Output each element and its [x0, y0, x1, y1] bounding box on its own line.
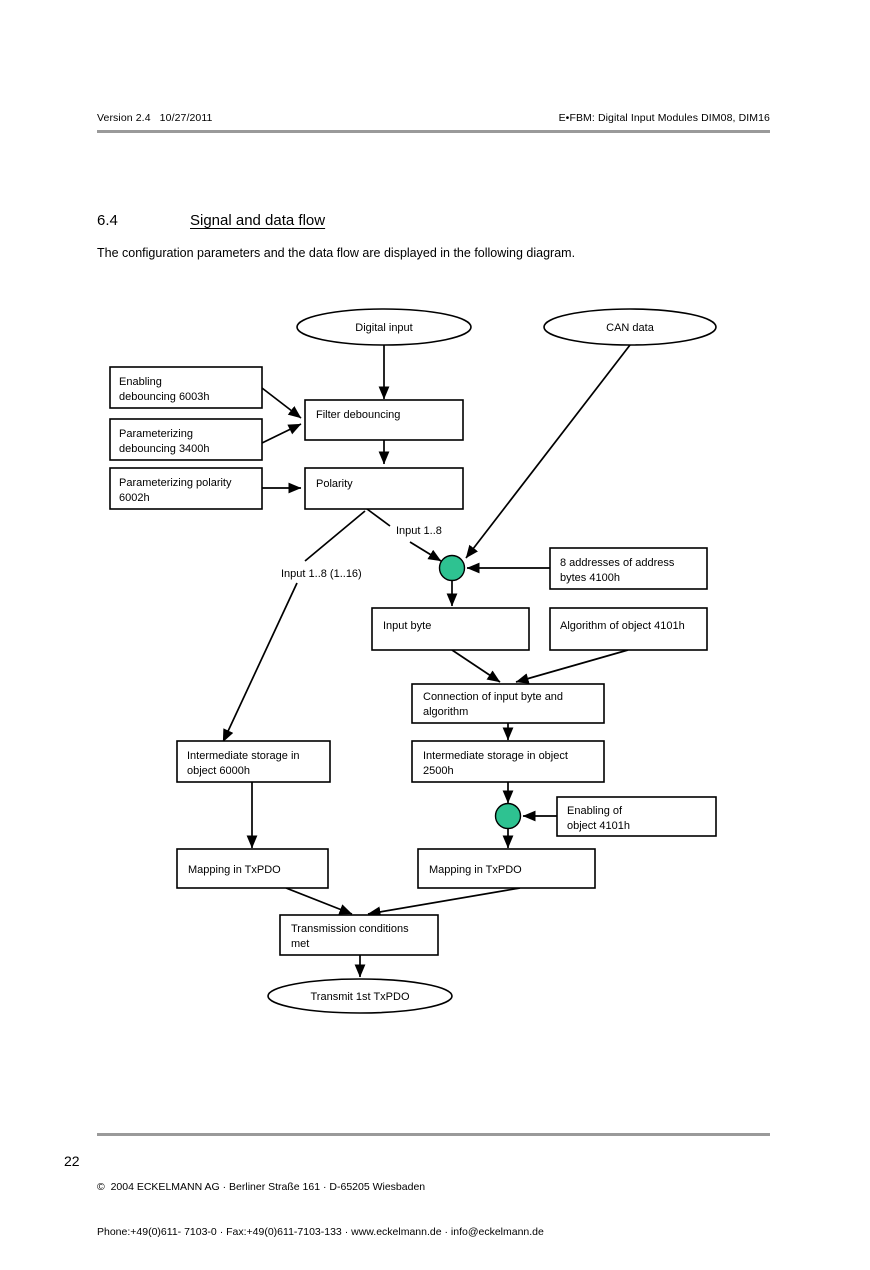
edge-mapping-left-to-transmission	[285, 887, 353, 915]
node-addresses: 8 addresses of address bytes 4100h	[549, 547, 708, 590]
node-polarity: Polarity	[304, 467, 464, 510]
footer-line-1: © 2004 ECKELMANN AG · Berliner Straße 16…	[97, 1181, 426, 1193]
node-parameterizing-debouncing-line2: debouncing 3400h	[119, 443, 210, 455]
document-page: Version 2.4 10/27/2011 E•FBM: Digital In…	[0, 0, 870, 1238]
node-parameterizing-polarity: Parameterizing polarity 6002h	[109, 467, 263, 510]
node-storage-2500h: Intermediate storage in object 2500h	[411, 740, 605, 783]
node-algorithm-label: Algorithm of object 4101h	[560, 620, 685, 632]
footer-line-2: Phone:+49(0)611- 7103-0 · Fax:+49(0)611-…	[97, 1226, 544, 1238]
node-filter-debouncing-label: Filter debouncing	[316, 409, 400, 421]
edge-polarity-to-junction-stub	[366, 508, 391, 527]
node-algorithm: Algorithm of object 4101h	[549, 607, 708, 651]
signal-data-flow-diagram: Digital input CAN data Enabling debounci…	[0, 0, 870, 1230]
node-can-data: CAN data	[543, 308, 717, 346]
junction-node-top	[438, 554, 466, 582]
node-storage-6000h-line1: Intermediate storage in	[187, 750, 300, 762]
junction-node-bottom	[494, 802, 522, 830]
node-addresses-line2: bytes 4100h	[560, 572, 620, 584]
edge-can-data-to-junction	[465, 344, 631, 559]
node-enabling-debouncing-line2: debouncing 6003h	[119, 391, 210, 403]
edge-label-input-1-8-1-16: Input 1..8 (1..16)	[281, 568, 362, 580]
node-enabling-4101h-line2: object 4101h	[567, 820, 630, 832]
node-storage-2500h-line2: 2500h	[423, 765, 454, 777]
node-can-data-label: CAN data	[606, 322, 655, 334]
node-parameterizing-polarity-line2: 6002h	[119, 492, 150, 504]
node-transmission-line2: met	[291, 938, 309, 950]
edge-enabling-to-filter	[261, 387, 302, 419]
edge-polarity-to-junction	[409, 541, 442, 562]
node-parameterizing-polarity-line1: Parameterizing polarity	[119, 477, 232, 489]
node-input-byte-label: Input byte	[383, 620, 431, 632]
node-input-byte: Input byte	[371, 607, 530, 651]
node-transmit-txpdo-label: Transmit 1st TxPDO	[310, 991, 409, 1003]
node-digital-input-label: Digital input	[355, 322, 412, 334]
edge-label-input-1-8: Input 1..8	[396, 525, 442, 537]
node-mapping-right-label: Mapping in TxPDO	[429, 864, 522, 876]
node-digital-input: Digital input	[296, 308, 472, 346]
node-transmission-line1: Transmission conditions	[291, 923, 409, 935]
node-connection-line1: Connection of input byte and	[423, 691, 563, 703]
edge-polarity-to-storage6000-upper	[304, 510, 366, 562]
footer-address: © 2004 ECKELMANN AG · Berliner Straße 16…	[97, 1150, 544, 1270]
node-polarity-label: Polarity	[316, 478, 353, 490]
node-transmission-conditions: Transmission conditions met	[279, 914, 439, 956]
node-parameterizing-debouncing-line1: Parameterizing	[119, 428, 193, 440]
edge-input-byte-to-connection	[451, 649, 501, 683]
node-transmit-txpdo: Transmit 1st TxPDO	[267, 978, 453, 1014]
edge-param-debouncing-to-filter	[261, 423, 302, 444]
node-filter-debouncing: Filter debouncing	[304, 399, 464, 441]
node-addresses-line1: 8 addresses of address	[560, 557, 675, 569]
edge-mapping-right-to-transmission	[367, 887, 521, 918]
node-connection-line2: algorithm	[423, 706, 468, 718]
node-enabling-debouncing-line1: Enabling	[119, 376, 162, 388]
node-enabling-debouncing: Enabling debouncing 6003h	[109, 366, 263, 409]
edge-algorithm-to-connection	[515, 649, 629, 684]
node-enabling-4101h-line1: Enabling of	[567, 805, 623, 817]
node-storage-6000h-line2: object 6000h	[187, 765, 250, 777]
node-mapping-right: Mapping in TxPDO	[417, 848, 596, 889]
footer-divider	[97, 1133, 770, 1136]
node-storage-6000h: Intermediate storage in object 6000h	[176, 740, 331, 783]
node-parameterizing-debouncing: Parameterizing debouncing 3400h	[109, 418, 263, 461]
node-enabling-4101h: Enabling of object 4101h	[556, 796, 717, 837]
node-storage-2500h-line1: Intermediate storage in object	[423, 750, 568, 762]
edge-polarity-to-storage6000-lower	[222, 582, 298, 743]
page-number: 22	[64, 1153, 80, 1169]
node-connection: Connection of input byte and algorithm	[411, 683, 605, 724]
node-mapping-left-label: Mapping in TxPDO	[188, 864, 281, 876]
node-mapping-left: Mapping in TxPDO	[176, 848, 329, 889]
